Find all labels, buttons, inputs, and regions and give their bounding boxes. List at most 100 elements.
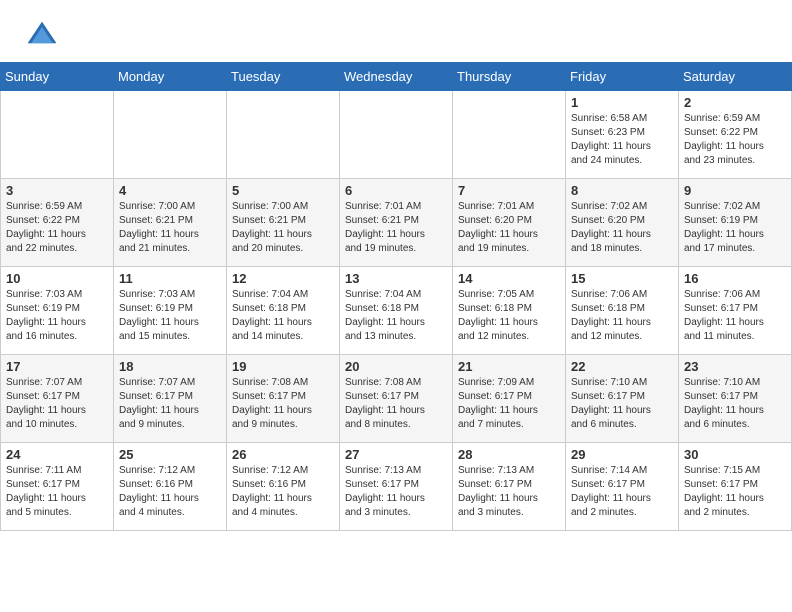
calendar-cell: 20Sunrise: 7:08 AM Sunset: 6:17 PM Dayli… [340, 355, 453, 443]
day-number: 24 [6, 447, 108, 462]
calendar-cell: 19 Sunrise: 7:08 AM Sunset: 6:17 PM Dayli… [227, 355, 340, 443]
day-info: Sunrise: 7:03 AM Sunset: 6:19 PM Dayligh… [6, 288, 108, 344]
day-number: 2 [684, 95, 786, 110]
calendar-week-row: 3 Sunrise: 6:59 AM Sunset: 6:22 PM Daylig… [1, 179, 792, 267]
day-info: Sunrise: 7:02 AM Sunset: 6:19 PM Dayligh… [684, 200, 786, 256]
day-number: 10 [6, 271, 108, 286]
calendar-cell: 13Sunrise: 7:04 AM Sunset: 6:18 PM Dayli… [340, 267, 453, 355]
calendar-cell: 6 Sunrise: 7:01 AM Sunset: 6:21 PM Daylig… [340, 179, 453, 267]
day-info: Sunrise: 7:13 AM Sunset: 6:17 PM Dayligh… [458, 464, 560, 520]
day-info: Sunrise: 7:05 AM Sunset: 6:18 PM Dayligh… [458, 288, 560, 344]
day-info: Sunrise: 7:00 AM Sunset: 6:21 PM Dayligh… [232, 200, 334, 256]
calendar-cell [340, 91, 453, 179]
calendar-cell: 27 Sunrise: 7:13 AM Sunset: 6:17 PM Dayli… [340, 443, 453, 531]
calendar-week-row: 10 Sunrise: 7:03 AM Sunset: 6:19 PM Dayli… [1, 267, 792, 355]
weekday-header: Saturday [679, 63, 792, 91]
calendar-cell: 10 Sunrise: 7:03 AM Sunset: 6:19 PM Dayli… [1, 267, 114, 355]
calendar-week-row: 24 Sunrise: 7:11 AM Sunset: 6:17 PM Dayli… [1, 443, 792, 531]
weekday-header: Friday [566, 63, 679, 91]
calendar-cell [453, 91, 566, 179]
weekday-header-row: SundayMondayTuesdayWednesdayThursdayFrid… [1, 63, 792, 91]
day-info: Sunrise: 7:01 AM Sunset: 6:20 PM Dayligh… [458, 200, 560, 256]
calendar-cell: 14 Sunrise: 7:05 AM Sunset: 6:18 PM Dayli… [453, 267, 566, 355]
day-number: 30 [684, 447, 786, 462]
weekday-header: Tuesday [227, 63, 340, 91]
calendar-cell [1, 91, 114, 179]
day-number: 12 [232, 271, 334, 286]
day-info: Sunrise: 6:59 AM Sunset: 6:22 PM Dayligh… [6, 200, 108, 256]
calendar-cell: 29 Sunrise: 7:14 AM Sunset: 6:17 PM Dayli… [566, 443, 679, 531]
calendar-cell: 15Sunrise: 7:06 AM Sunset: 6:18 PM Dayli… [566, 267, 679, 355]
day-number: 4 [119, 183, 221, 198]
day-number: 13 [345, 271, 447, 286]
calendar-week-row: 1 Sunrise: 6:58 AM Sunset: 6:23 PM Daylig… [1, 91, 792, 179]
calendar-cell: 30 Sunrise: 7:15 AM Sunset: 6:17 PM Dayli… [679, 443, 792, 531]
day-info: Sunrise: 7:03 AM Sunset: 6:19 PM Dayligh… [119, 288, 221, 344]
weekday-header: Thursday [453, 63, 566, 91]
day-number: 20 [345, 359, 447, 374]
day-number: 5 [232, 183, 334, 198]
calendar-cell: 4 Sunrise: 7:00 AM Sunset: 6:21 PM Daylig… [114, 179, 227, 267]
calendar-cell: 12 Sunrise: 7:04 AM Sunset: 6:18 PM Dayli… [227, 267, 340, 355]
weekday-header: Monday [114, 63, 227, 91]
calendar-cell: 28 Sunrise: 7:13 AM Sunset: 6:17 PM Dayli… [453, 443, 566, 531]
calendar-cell: 25 Sunrise: 7:12 AM Sunset: 6:16 PM Dayli… [114, 443, 227, 531]
day-number: 23 [684, 359, 786, 374]
day-info: Sunrise: 7:06 AM Sunset: 6:17 PM Dayligh… [684, 288, 786, 344]
weekday-header: Wednesday [340, 63, 453, 91]
logo-icon [24, 18, 60, 54]
calendar-cell: 26 Sunrise: 7:12 AM Sunset: 6:16 PM Dayli… [227, 443, 340, 531]
day-number: 14 [458, 271, 560, 286]
day-number: 1 [571, 95, 673, 110]
calendar-cell: 8Sunrise: 7:02 AM Sunset: 6:20 PM Daylig… [566, 179, 679, 267]
day-number: 17 [6, 359, 108, 374]
day-info: Sunrise: 7:09 AM Sunset: 6:17 PM Dayligh… [458, 376, 560, 432]
day-number: 18 [119, 359, 221, 374]
calendar-cell: 7Sunrise: 7:01 AM Sunset: 6:20 PM Daylig… [453, 179, 566, 267]
day-info: Sunrise: 7:08 AM Sunset: 6:17 PM Dayligh… [232, 376, 334, 432]
day-number: 19 [232, 359, 334, 374]
calendar-cell: 2 Sunrise: 6:59 AM Sunset: 6:22 PM Daylig… [679, 91, 792, 179]
day-number: 26 [232, 447, 334, 462]
day-number: 3 [6, 183, 108, 198]
weekday-header: Sunday [1, 63, 114, 91]
calendar-cell: 11Sunrise: 7:03 AM Sunset: 6:19 PM Dayli… [114, 267, 227, 355]
day-number: 29 [571, 447, 673, 462]
day-info: Sunrise: 7:12 AM Sunset: 6:16 PM Dayligh… [119, 464, 221, 520]
day-number: 9 [684, 183, 786, 198]
day-number: 6 [345, 183, 447, 198]
day-info: Sunrise: 7:01 AM Sunset: 6:21 PM Dayligh… [345, 200, 447, 256]
day-number: 22 [571, 359, 673, 374]
calendar-cell: 17 Sunrise: 7:07 AM Sunset: 6:17 PM Dayli… [1, 355, 114, 443]
day-info: Sunrise: 6:59 AM Sunset: 6:22 PM Dayligh… [684, 112, 786, 168]
day-info: Sunrise: 7:07 AM Sunset: 6:17 PM Dayligh… [119, 376, 221, 432]
calendar-cell: 23 Sunrise: 7:10 AM Sunset: 6:17 PM Dayli… [679, 355, 792, 443]
day-info: Sunrise: 7:02 AM Sunset: 6:20 PM Dayligh… [571, 200, 673, 256]
day-info: Sunrise: 7:11 AM Sunset: 6:17 PM Dayligh… [6, 464, 108, 520]
day-info: Sunrise: 7:10 AM Sunset: 6:17 PM Dayligh… [571, 376, 673, 432]
calendar-cell: 5 Sunrise: 7:00 AM Sunset: 6:21 PM Daylig… [227, 179, 340, 267]
day-number: 28 [458, 447, 560, 462]
calendar-cell [114, 91, 227, 179]
calendar-cell: 24 Sunrise: 7:11 AM Sunset: 6:17 PM Dayli… [1, 443, 114, 531]
calendar-cell: 16Sunrise: 7:06 AM Sunset: 6:17 PM Dayli… [679, 267, 792, 355]
day-info: Sunrise: 6:58 AM Sunset: 6:23 PM Dayligh… [571, 112, 673, 168]
day-info: Sunrise: 7:13 AM Sunset: 6:17 PM Dayligh… [345, 464, 447, 520]
calendar-cell: 9 Sunrise: 7:02 AM Sunset: 6:19 PM Daylig… [679, 179, 792, 267]
day-number: 27 [345, 447, 447, 462]
calendar-week-row: 17 Sunrise: 7:07 AM Sunset: 6:17 PM Dayli… [1, 355, 792, 443]
day-info: Sunrise: 7:10 AM Sunset: 6:17 PM Dayligh… [684, 376, 786, 432]
day-info: Sunrise: 7:06 AM Sunset: 6:18 PM Dayligh… [571, 288, 673, 344]
day-info: Sunrise: 7:15 AM Sunset: 6:17 PM Dayligh… [684, 464, 786, 520]
day-info: Sunrise: 7:00 AM Sunset: 6:21 PM Dayligh… [119, 200, 221, 256]
calendar-cell: 22 Sunrise: 7:10 AM Sunset: 6:17 PM Dayli… [566, 355, 679, 443]
logo [24, 18, 64, 54]
day-info: Sunrise: 7:07 AM Sunset: 6:17 PM Dayligh… [6, 376, 108, 432]
day-info: Sunrise: 7:04 AM Sunset: 6:18 PM Dayligh… [232, 288, 334, 344]
calendar: SundayMondayTuesdayWednesdayThursdayFrid… [0, 62, 792, 531]
calendar-cell: 21 Sunrise: 7:09 AM Sunset: 6:17 PM Dayli… [453, 355, 566, 443]
day-number: 25 [119, 447, 221, 462]
day-info: Sunrise: 7:14 AM Sunset: 6:17 PM Dayligh… [571, 464, 673, 520]
day-info: Sunrise: 7:12 AM Sunset: 6:16 PM Dayligh… [232, 464, 334, 520]
day-number: 21 [458, 359, 560, 374]
